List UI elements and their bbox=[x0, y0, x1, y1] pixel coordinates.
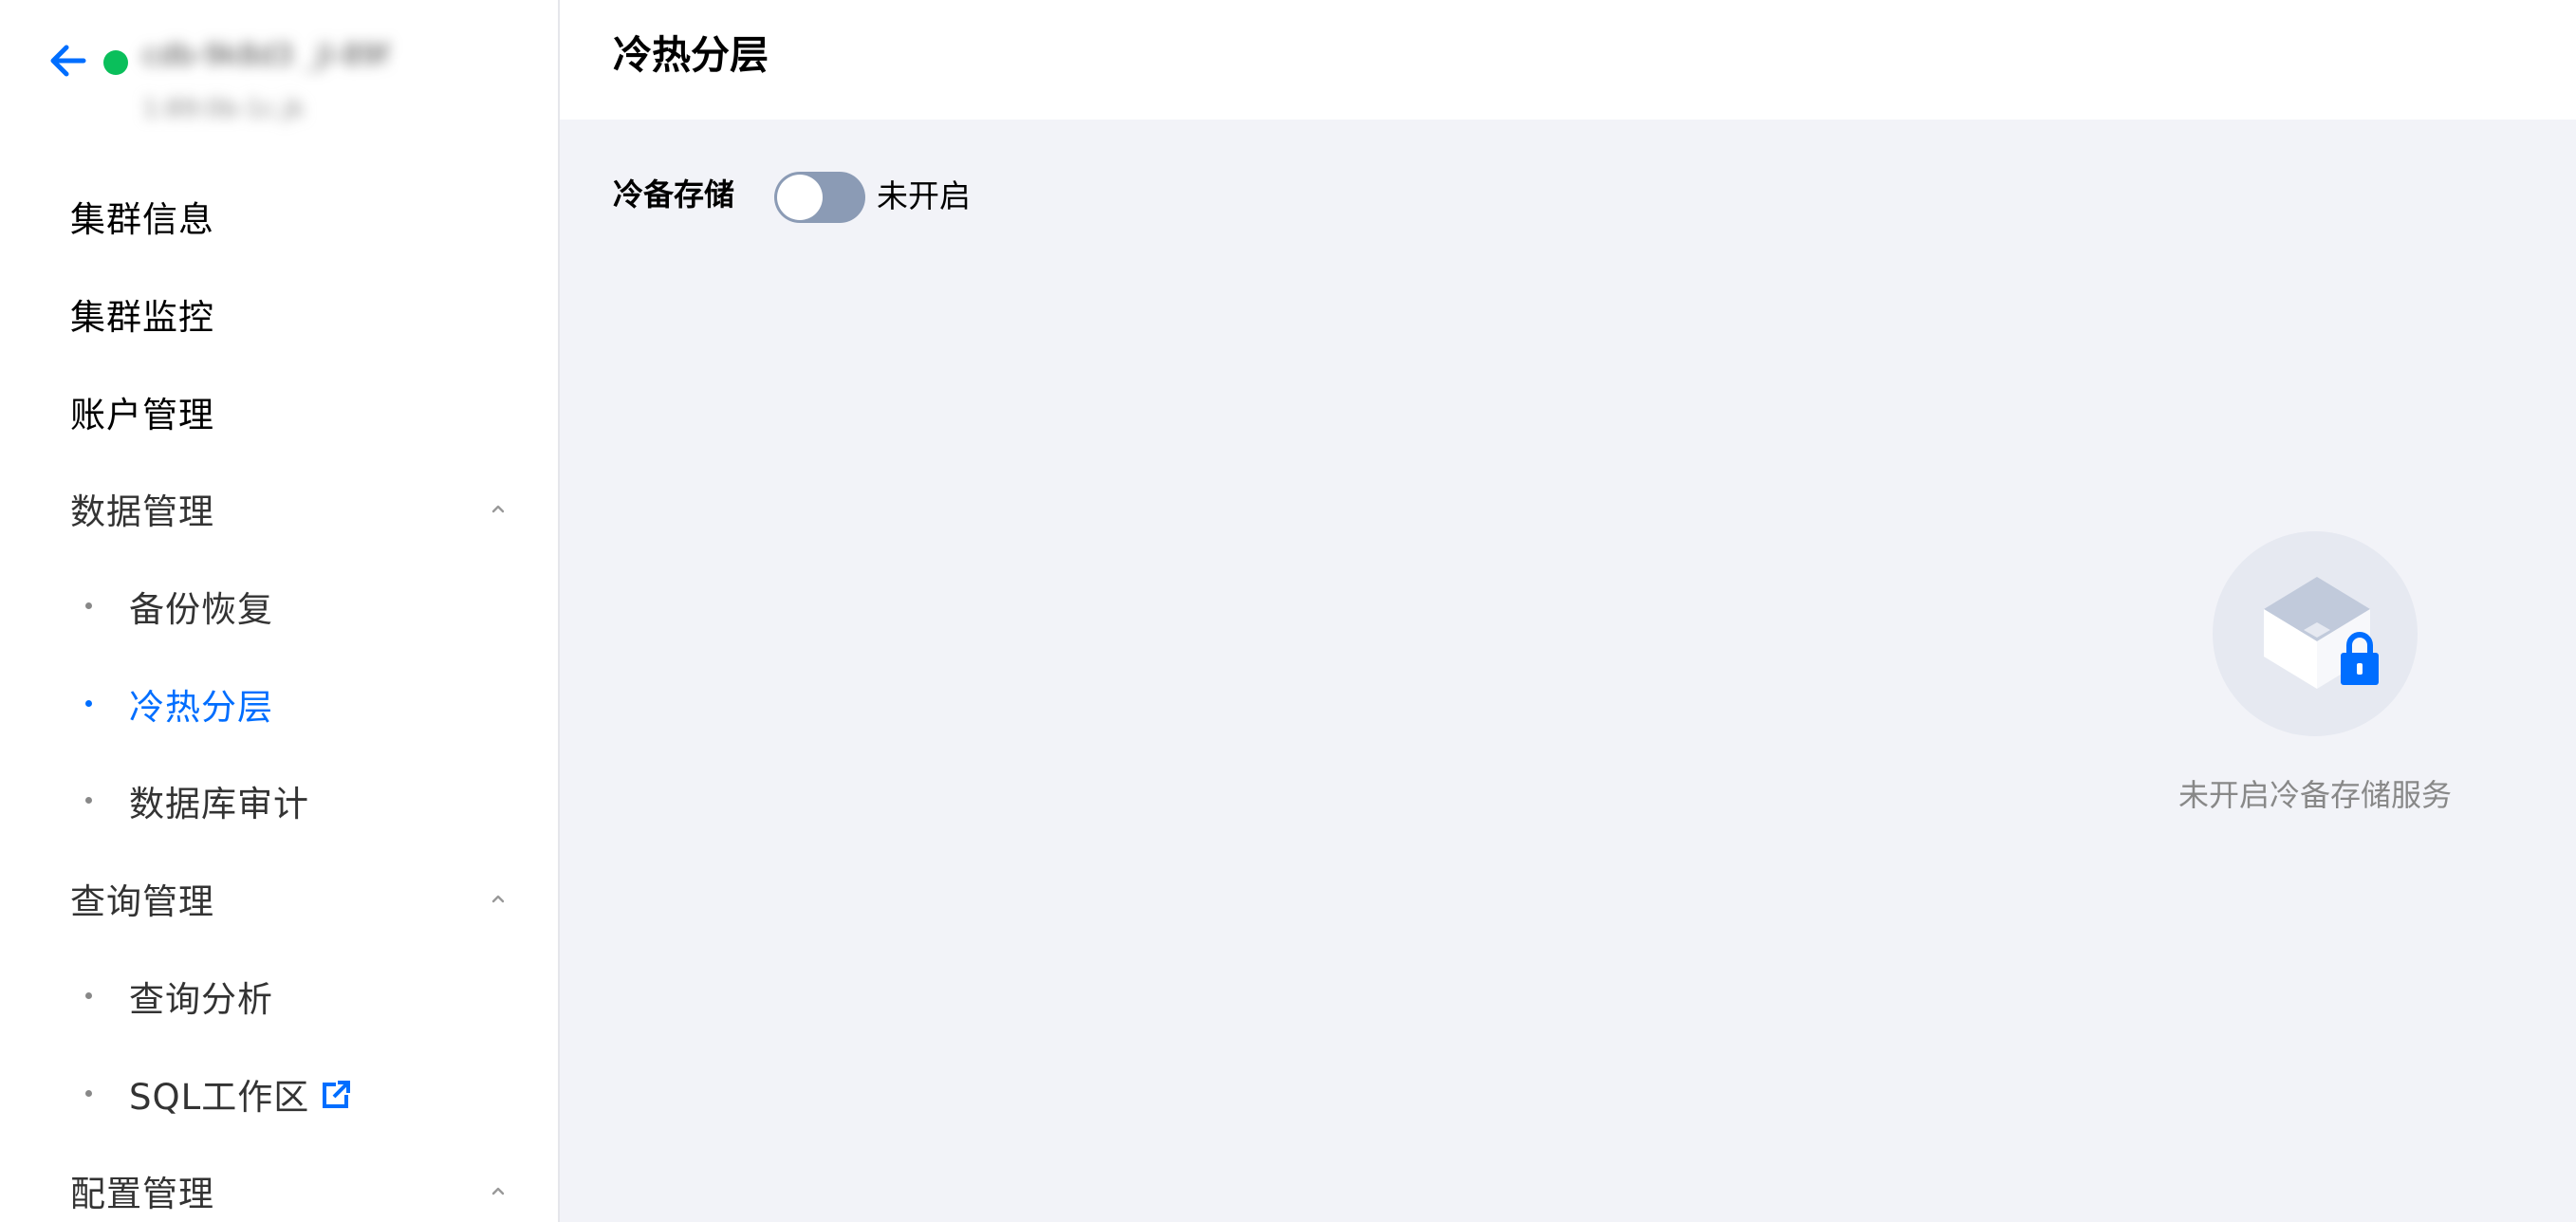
page-title: 冷热分层 bbox=[613, 32, 769, 78]
sidebar-item-label: 集群监控 bbox=[70, 297, 214, 339]
page-header: 冷热分层 bbox=[560, 0, 2576, 120]
sidebar-item-cluster-monitor[interactable]: 集群监控 bbox=[0, 266, 558, 363]
bullet-dot bbox=[85, 602, 92, 610]
chevron-up-icon bbox=[491, 895, 505, 903]
external-link-icon bbox=[323, 1080, 351, 1108]
main-content: 冷备存储 未开启 未开启冷备存储服务 bbox=[560, 120, 2576, 1222]
bullet-dot bbox=[85, 797, 92, 805]
sidebar-item-label: 冷热分层 bbox=[129, 686, 273, 728]
sidebar-nav: 集群信息 集群监控 账户管理 数据管理 备份恢复 冷热分层 数据库审计 查询管理… bbox=[0, 168, 558, 1222]
sidebar-item-label: 集群信息 bbox=[70, 199, 214, 241]
sidebar-group-label: 数据管理 bbox=[70, 491, 214, 533]
sidebar-item-database-audit[interactable]: 数据库审计 bbox=[0, 752, 558, 850]
bullet-dot bbox=[85, 699, 92, 707]
sidebar-header: cdb-9k8d3 _jl-89f 1:89:0b-1c.jk bbox=[0, 0, 558, 142]
chevron-up-icon bbox=[491, 1188, 505, 1195]
status-dot bbox=[103, 50, 128, 75]
cold-storage-label: 冷备存储 bbox=[613, 176, 735, 213]
back-arrow-icon[interactable] bbox=[46, 38, 91, 83]
bullet-dot bbox=[85, 991, 92, 999]
sidebar-item-backup-restore[interactable]: 备份恢复 bbox=[0, 558, 558, 656]
cluster-name: cdb-9k8d3 _jl-89f bbox=[142, 42, 389, 70]
sidebar-group-config-management[interactable]: 配置管理 bbox=[0, 1142, 558, 1222]
sidebar-group-query-management[interactable]: 查询管理 bbox=[0, 850, 558, 948]
cold-storage-toggle[interactable] bbox=[774, 172, 865, 223]
sidebar-group-label: 查询管理 bbox=[70, 881, 214, 923]
empty-state-text: 未开启冷备存储服务 bbox=[2178, 777, 2452, 813]
locked-box-icon bbox=[2213, 531, 2418, 736]
toggle-knob bbox=[777, 175, 823, 220]
sidebar-item-account-management[interactable]: 账户管理 bbox=[0, 362, 558, 460]
sidebar-item-sql-workspace[interactable]: SQL工作区 bbox=[0, 1045, 558, 1142]
sidebar-item-query-analysis[interactable]: 查询分析 bbox=[0, 948, 558, 1046]
cluster-id: 1:89:0b-1c.jk bbox=[142, 95, 305, 123]
sidebar-group-data-management[interactable]: 数据管理 bbox=[0, 460, 558, 558]
sidebar-item-label: 查询分析 bbox=[129, 978, 273, 1020]
chevron-up-icon bbox=[491, 506, 505, 513]
sidebar-item-hot-cold-tiering[interactable]: 冷热分层 bbox=[0, 655, 558, 752]
sidebar-item-cluster-info[interactable]: 集群信息 bbox=[0, 168, 558, 266]
toggle-status-text: 未开启 bbox=[877, 177, 971, 214]
bullet-dot bbox=[85, 1089, 92, 1097]
sidebar-item-label: 账户管理 bbox=[70, 394, 214, 435]
sidebar-item-label: 备份恢复 bbox=[129, 589, 273, 631]
app-root: cdb-9k8d3 _jl-89f 1:89:0b-1c.jk 集群信息 集群监… bbox=[0, 0, 2576, 1222]
sidebar-item-label: SQL工作区 bbox=[129, 1076, 310, 1118]
sidebar-group-label: 配置管理 bbox=[70, 1174, 214, 1215]
sidebar-item-label: 数据库审计 bbox=[129, 784, 309, 825]
sidebar: cdb-9k8d3 _jl-89f 1:89:0b-1c.jk 集群信息 集群监… bbox=[0, 0, 560, 1222]
